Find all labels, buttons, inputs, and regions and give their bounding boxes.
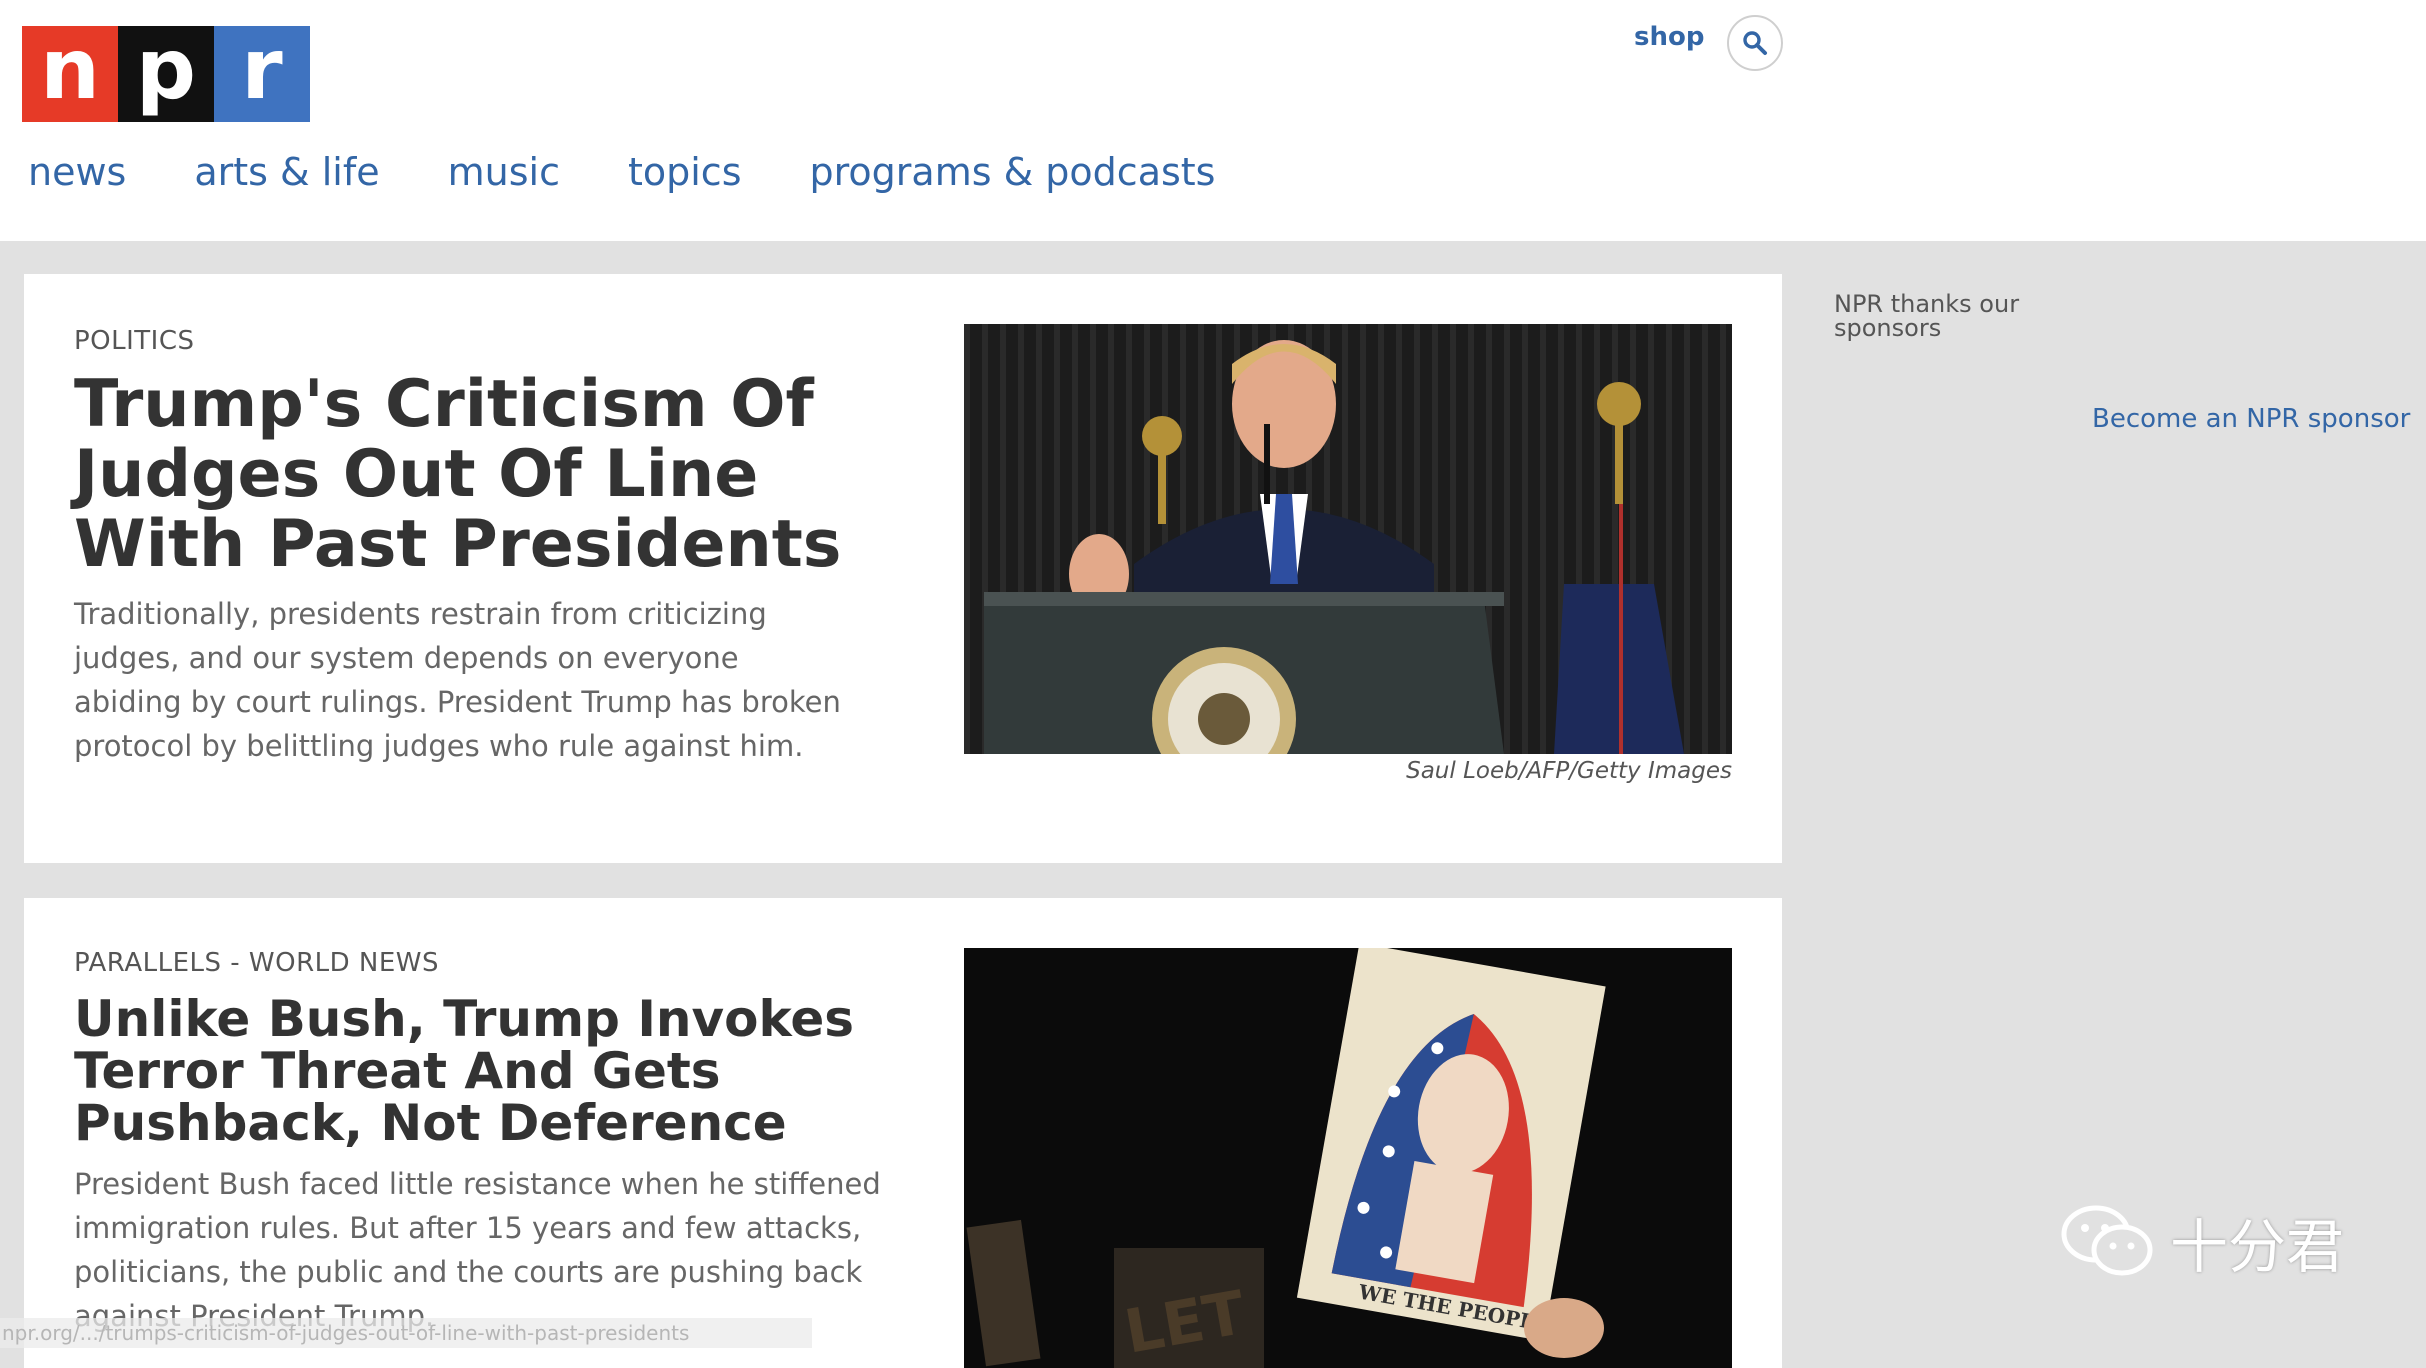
nav-item-programs-podcasts[interactable]: programs & podcasts [810, 150, 1216, 194]
watermark-text: 十分君 [2170, 1213, 2345, 1281]
nav-item-arts-life[interactable]: arts & life [194, 150, 379, 194]
sponsor-thanks-text: NPR thanks our sponsors [1834, 290, 2020, 342]
story-headline[interactable]: Trump's Criticism Of Judges Out Of Line … [74, 370, 904, 580]
become-sponsor-link[interactable]: Become an NPR sponsor [2092, 404, 2410, 434]
wechat-icon [2061, 1205, 2153, 1276]
nav-item-music[interactable]: music [448, 150, 560, 194]
podium-photo-illustration [964, 324, 1732, 754]
main-nav: news arts & life music topics programs &… [28, 150, 1283, 194]
story-teaser: Traditionally, presidents restrain from … [74, 597, 841, 763]
photo-credit: Saul Loeb/AFP/Getty Images [1406, 758, 1732, 784]
protest-poster-photo-illustration: LET WE THE PEOPLE [964, 948, 1732, 1368]
story-teaser: President Bush faced little resistance w… [74, 1167, 881, 1333]
story-slug[interactable]: PARALLELS - WORLD NEWS [74, 948, 439, 978]
search-button[interactable] [1727, 15, 1783, 71]
story-headline[interactable]: Unlike Bush, Trump Invokes Terror Threat… [74, 993, 904, 1149]
story-card: POLITICS Trump's Criticism Of Judges Out… [24, 274, 1782, 863]
site-header: n p r shop news arts & life music topics… [0, 0, 2426, 241]
logo-letter-n: n [22, 26, 118, 122]
browser-status-url: npr.org/.../trumps-criticism-of-judges-o… [0, 1318, 812, 1348]
nav-item-news[interactable]: news [28, 150, 126, 194]
logo-letter-r: r [214, 26, 310, 122]
story-photo[interactable]: LET WE THE PEOPLE [964, 948, 1732, 1368]
nav-item-topics[interactable]: topics [628, 150, 742, 194]
wechat-watermark: 十分君 [2060, 1200, 2344, 1284]
logo-letter-p: p [118, 26, 214, 122]
search-icon [1743, 31, 1767, 55]
shop-link[interactable]: shop [1634, 22, 1704, 52]
story-slug[interactable]: POLITICS [74, 326, 195, 356]
story-photo[interactable] [964, 324, 1732, 754]
story-card: PARALLELS - WORLD NEWS Unlike Bush, Trum… [24, 898, 1782, 1368]
npr-logo[interactable]: n p r [22, 26, 310, 122]
